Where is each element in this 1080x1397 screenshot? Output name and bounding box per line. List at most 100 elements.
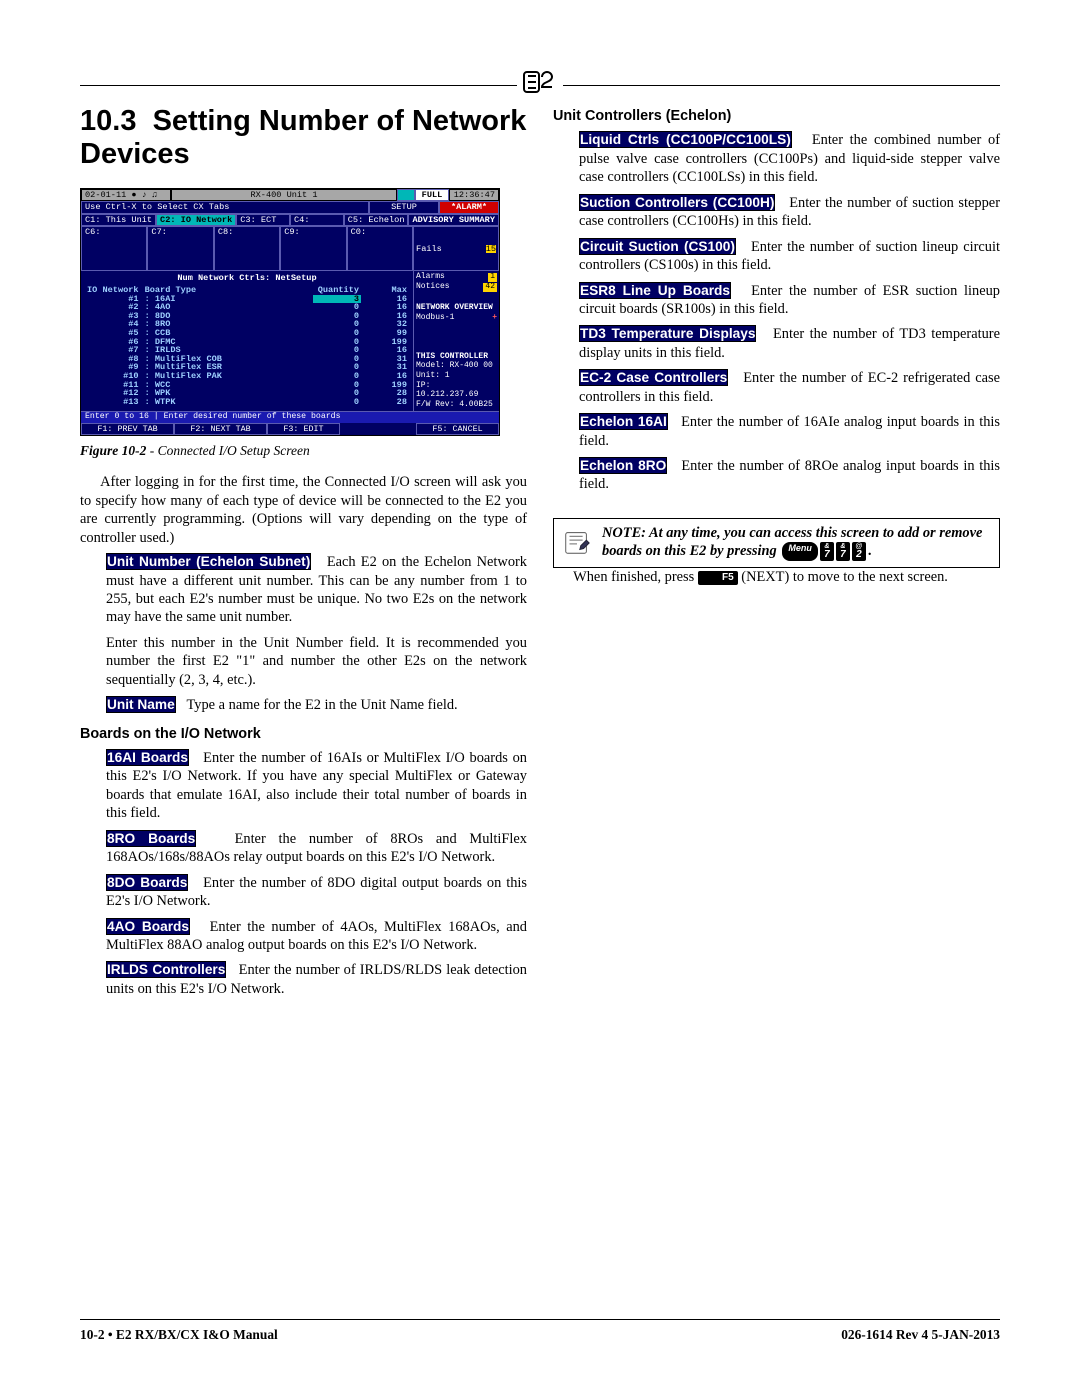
note-box: NOTE: At any time, you can access this s… (553, 518, 1000, 568)
plus-icon: + (492, 314, 497, 323)
tab-c3: C3: ECT (236, 214, 290, 227)
keycap-7: &7 (836, 542, 850, 561)
right-column: Unit Controllers (Echelon) Liquid Ctrls … (553, 105, 1000, 1005)
definition-item: Echelon 8RO Enter the number of 8ROe ana… (579, 457, 1000, 494)
footer-right: 026-1614 Rev 4 5-JAN-2013 (841, 1326, 1000, 1343)
note-trail: . (868, 543, 872, 559)
footer-left: 10-2 • E2 RX/BX/CX I&O Manual (80, 1326, 278, 1343)
term-alarm: *ALARM* (439, 201, 499, 214)
definition-item: Liquid Ctrls (CC100P/CC100LS) Enter the … (579, 131, 1000, 186)
definition-item: Unit Name Type a name for the E2 in the … (106, 696, 527, 714)
term-notices-label: Notices (416, 283, 450, 292)
definition-item: 8DO Boards Enter the number of 8DO digit… (106, 874, 527, 911)
definition-item: 8RO Boards Enter the number of 8ROs and … (106, 830, 527, 867)
term-side-top: Fails 15 (413, 226, 499, 271)
definition-term: 8DO Boards (106, 874, 188, 891)
term-top-full: FULL (415, 189, 449, 202)
term-setup: SETUP (369, 201, 439, 214)
definition-desc: Type a name for the E2 in the Unit Name … (187, 697, 458, 713)
fkey-f2: F2: NEXT TAB (174, 423, 267, 435)
term-top-left: 02-01-11 ● ♪ ♫ (81, 189, 171, 202)
section-heading: 10.3 Setting Number of Network Devices (80, 105, 527, 172)
term-top-time: 12:36:47 (449, 189, 499, 202)
definition-term: ESR8 Line Up Boards (579, 282, 731, 299)
section-number: 10.3 (80, 105, 136, 137)
term-adv-title: ADVISORY SUMMARY (408, 214, 499, 227)
after-note-post: (NEXT) to move to the next screen. (738, 569, 948, 585)
term-fails-val: 15 (486, 245, 496, 254)
tab-c2: C2: IO Network (156, 214, 236, 227)
note-icon (562, 527, 592, 557)
keycap-7: &7 (820, 542, 834, 561)
term-top-center: RX-400 Unit 1 (171, 189, 397, 202)
figure-caption: Figure 10-2 - Connected I/O Setup Screen (80, 442, 527, 459)
term-fails-label: Fails (416, 245, 442, 254)
term-ip: IP: 10.212.237.69 (416, 382, 497, 400)
fkey-f1: F1: PREV TAB (81, 423, 174, 435)
definition-item: IRLDS Controllers Enter the number of IR… (106, 961, 527, 998)
definition-item: Unit Number (Echelon Subnet) Each E2 on … (106, 553, 527, 627)
tab-c9: C9: (280, 226, 346, 271)
tab-c6: C6: (81, 226, 147, 271)
definition-term: Suction Controllers (CC100H) (579, 194, 775, 211)
tab-c8: C8: (214, 226, 280, 271)
keycap-f5: F5 (698, 571, 738, 585)
brand-logo (517, 71, 563, 93)
after-note-pre: When finished, press (573, 569, 698, 585)
definition-item: TD3 Temperature Displays Enter the numbe… (579, 325, 1000, 362)
page-footer: 10-2 • E2 RX/BX/CX I&O Manual 026-1614 R… (80, 1319, 1000, 1343)
definition-term: 8RO Boards (106, 830, 196, 847)
tab-c7: C7: (147, 226, 213, 271)
after-note-paragraph: When finished, press F5 (NEXT) to move t… (553, 568, 1000, 586)
figure-caption-text: - Connected I/O Setup Screen (146, 443, 309, 458)
term-prompt: Enter 0 to 16 | Enter desired number of … (81, 411, 499, 422)
tab-c5: C5: Echelon (344, 214, 409, 227)
terminal-screenshot: 02-01-11 ● ♪ ♫ RX-400 Unit 1 FULL 12:36:… (80, 188, 500, 436)
boards-subhead: Boards on the I/O Network (80, 725, 527, 743)
term-alarms-val: 1 (488, 273, 497, 282)
definition-term: Echelon 8RO (579, 457, 667, 474)
fkey-f3: F3: EDIT (267, 423, 340, 435)
term-alarms-label: Alarms (416, 273, 445, 282)
definition-desc: Enter this number in the Unit Number fie… (106, 635, 527, 688)
definition-term: Liquid Ctrls (CC100P/CC100LS) (579, 131, 792, 148)
definition-term: Echelon 16AI (579, 413, 668, 430)
definition-item: EC-2 Case Controllers Enter the number o… (579, 369, 1000, 406)
note-text: NOTE: At any time, you can access this s… (602, 525, 991, 561)
term-tabs-row2: C6: C7: C8: C9: C0: Fails 15 (81, 226, 499, 271)
definition-term: EC-2 Case Controllers (579, 369, 728, 386)
term-top-iconbox (397, 189, 415, 202)
definition-term: 16AI Boards (106, 749, 189, 766)
section-title-text: Setting Number of Network Devices (80, 105, 526, 170)
term-fw: F/W Rev: 4.00B25 (416, 401, 497, 410)
definition-item: 16AI Boards Enter the number of 16AIs or… (106, 749, 527, 823)
definition-item: 4AO Boards Enter the number of 4AOs, Mul… (106, 918, 527, 955)
term-notices-val: 42 (483, 283, 497, 292)
keycap-menu: Menu (782, 542, 818, 561)
keycap-2: @2 (852, 542, 866, 561)
term-ctrl-title: THIS CONTROLLER (416, 353, 497, 362)
term-net-title: NETWORK OVERVIEW (416, 304, 497, 313)
left-column: 10.3 Setting Number of Network Devices 0… (80, 105, 527, 1005)
tab-c1: C1: This Unit (81, 214, 156, 227)
fkey-f4 (340, 423, 416, 435)
definition-item: Circuit Suction (CS100) Enter the number… (579, 238, 1000, 275)
definition-item: ESR8 Line Up Boards Enter the number of … (579, 282, 1000, 319)
term-body-title: Num Network Ctrls: NetSetup (85, 274, 409, 283)
tab-c0: C0: (347, 226, 413, 271)
definition-term: IRLDS Controllers (106, 961, 226, 978)
term-sidebar: Alarms1 Notices42 NETWORK OVERVIEW Modbu… (413, 271, 499, 411)
definition-item: Suction Controllers (CC100H) Enter the n… (579, 194, 1000, 231)
term-tabs-row1: C1: This Unit C2: IO Network C3: ECT C4:… (81, 214, 499, 227)
tab-c4: C4: (290, 214, 344, 227)
unit-controllers-subhead: Unit Controllers (Echelon) (553, 107, 1000, 125)
definition-term: TD3 Temperature Displays (579, 325, 756, 342)
intro-paragraph: After logging in for the first time, the… (80, 473, 527, 547)
definition-term: Unit Name (106, 696, 176, 713)
definition-term: Circuit Suction (CS100) (579, 238, 736, 255)
term-model: Model: RX-400 00 (416, 362, 497, 371)
term-table-row: #13: WTPK028 (85, 398, 409, 407)
definition-item: Enter this number in the Unit Number fie… (106, 634, 527, 689)
figure-label: Figure 10-2 (80, 443, 146, 458)
term-unit: Unit: 1 (416, 372, 497, 381)
